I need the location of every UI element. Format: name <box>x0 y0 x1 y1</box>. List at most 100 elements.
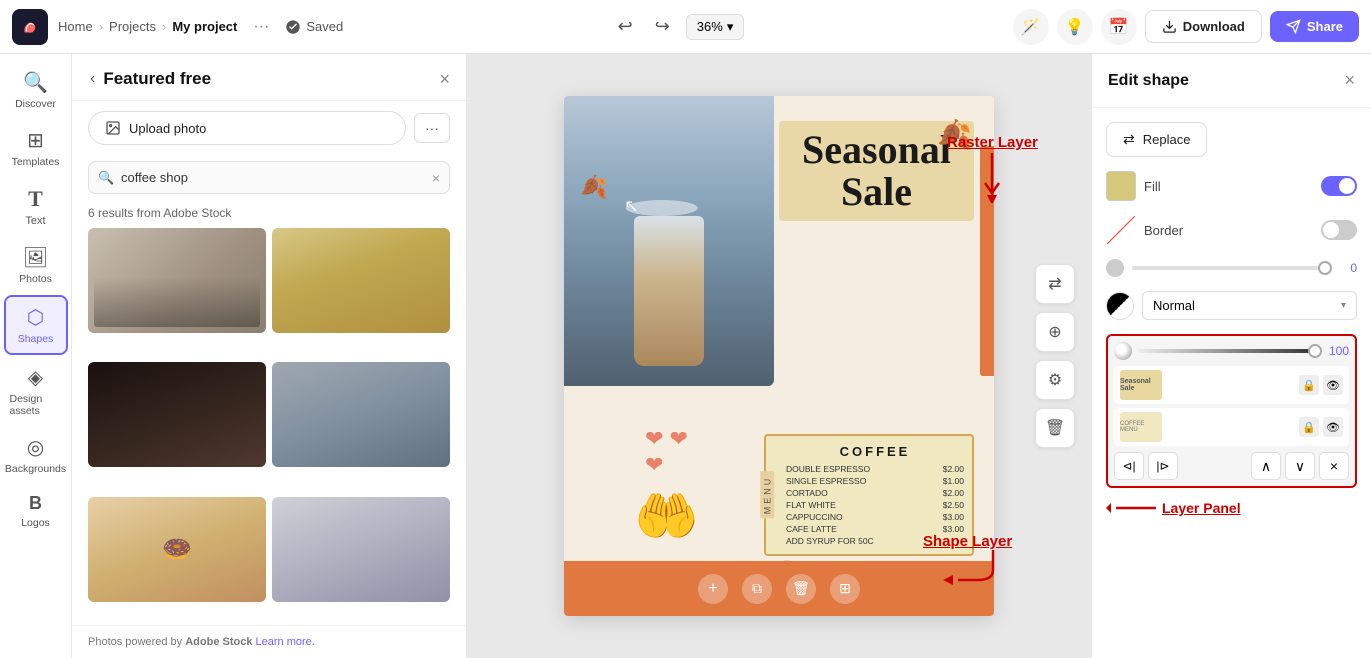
menu-item: FLAT WHITE$2.50 <box>786 500 964 510</box>
border-toggle[interactable] <box>1321 220 1357 240</box>
layer-forward-button[interactable]: ⊲| <box>1114 452 1144 480</box>
raster-layer-arrow <box>977 153 1007 203</box>
layer-actions: 🔒 👁 <box>1299 375 1343 395</box>
media-panel: ‹ Featured free × Upload photo ··· 🔍 × 6… <box>72 54 467 658</box>
list-item[interactable]: 🍩 <box>88 497 266 602</box>
footer-learn-more[interactable]: Learn more. <box>256 636 315 648</box>
layer-panel-preview: 100 Seasonal Sale 🔒 👁 COFFEE MENU 🔒 👁 <box>1106 334 1357 488</box>
fill-property-row: Fill <box>1106 171 1357 201</box>
layer-thumb-seasonal: Seasonal Sale <box>1120 370 1162 400</box>
right-panel-body: ⇄ Replace Fill Border <box>1092 108 1371 658</box>
panel-title: Featured free <box>103 69 211 89</box>
layer-panel-label: Layer Panel <box>1162 500 1241 516</box>
list-item[interactable] <box>272 497 450 602</box>
undo-button[interactable]: ↩ <box>612 10 639 43</box>
panel-back-button[interactable]: ‹ <box>88 68 97 90</box>
app-logo[interactable] <box>12 9 48 45</box>
layer-action-row: ⊲| |⊳ <box>1114 452 1178 480</box>
projects-link[interactable]: Projects <box>109 19 156 34</box>
fill-label: Fill <box>1144 179 1161 194</box>
menu-side-label: MENU <box>760 472 774 519</box>
fill-toggle[interactable] <box>1321 176 1357 196</box>
layer-lock-button[interactable]: 🔒 <box>1299 375 1319 395</box>
footer-brand: Adobe Stock <box>185 636 252 648</box>
layer-item-seasonal[interactable]: Seasonal Sale 🔒 👁 <box>1114 366 1349 404</box>
backgrounds-icon: ◎ <box>27 435 44 460</box>
download-label: Download <box>1183 19 1245 34</box>
group-button[interactable]: ⚙ <box>1035 360 1075 400</box>
sidebar-item-templates[interactable]: ⊞ Templates <box>4 120 68 176</box>
canvas-delete-button[interactable]: 🗑 <box>786 574 816 604</box>
layer-backward-button[interactable]: |⊳ <box>1148 452 1178 480</box>
border-slider-icon <box>1106 259 1124 277</box>
canvas-grid-button[interactable]: ⊞ <box>830 574 860 604</box>
shape-layer-annotation: Shape Layer <box>923 533 1012 590</box>
sidebar-item-shapes[interactable]: ⬡ Shapes <box>4 295 68 355</box>
search-input[interactable] <box>88 161 450 194</box>
sidebar-label-backgrounds: Backgrounds <box>5 463 66 475</box>
border-slider[interactable] <box>1132 266 1325 270</box>
swap-button[interactable]: ⇄ <box>1035 264 1075 304</box>
replace-button[interactable]: ⇄ Replace <box>1106 122 1207 157</box>
layer-close-button[interactable]: × <box>1319 452 1349 480</box>
toolbar-center: ↩ ↪ 36% ▾ <box>353 10 1003 43</box>
opacity-icon <box>1114 342 1132 360</box>
layer-visibility-button-2[interactable]: 👁 <box>1323 417 1343 437</box>
redo-button[interactable]: ↪ <box>649 10 676 43</box>
border-property-row: Border <box>1106 215 1357 245</box>
sidebar-item-logos[interactable]: B Logos <box>4 485 68 537</box>
fill-color-swatch[interactable] <box>1106 171 1136 201</box>
sidebar-item-text[interactable]: T Text <box>4 178 68 235</box>
download-button[interactable]: Download <box>1145 10 1262 43</box>
heart-hand-area: ❤ ❤❤ 🤲 <box>574 421 759 551</box>
list-item[interactable] <box>272 228 450 333</box>
main-area: 🔍 Discover ⊞ Templates T Text 🖼 Photos ⬡… <box>0 54 1371 658</box>
list-item[interactable] <box>88 228 266 333</box>
panel-close-button[interactable]: × <box>439 69 450 90</box>
menu-item: DOUBLE ESPRESSO$2.00 <box>786 464 964 474</box>
border-color-swatch[interactable] <box>1106 215 1136 245</box>
footer-text: Photos powered by <box>88 636 185 648</box>
delete-element-button[interactable]: 🗑 <box>1035 408 1075 448</box>
sidebar-item-backgrounds[interactable]: ◎ Backgrounds <box>4 427 68 483</box>
canvas-area: Raster Layer Type Layer <box>467 54 1091 658</box>
menu-item: SINGLE ESPRESSO$1.00 <box>786 476 964 486</box>
opacity-slider[interactable] <box>1138 349 1315 353</box>
calendar-button[interactable]: 📅 <box>1101 9 1137 45</box>
canvas-copy-button[interactable]: ⧉ <box>742 574 772 604</box>
zoom-control[interactable]: 36% ▾ <box>686 14 745 40</box>
lightbulb-button[interactable]: 💡 <box>1057 9 1093 45</box>
upload-photo-button[interactable]: Upload photo <box>88 111 406 145</box>
hand-holding-heart: 🤲 <box>634 486 699 547</box>
more-options-button[interactable]: ··· <box>247 16 275 38</box>
layer-lock-button-2[interactable]: 🔒 <box>1299 417 1319 437</box>
canvas-add-button[interactable]: + <box>698 574 728 604</box>
search-clear-button[interactable]: × <box>432 170 440 186</box>
layer-up-button[interactable]: ∧ <box>1251 452 1281 480</box>
sidebar-item-photos[interactable]: 🖼 Photos <box>4 237 68 293</box>
magic-wand-button[interactable]: 🪄 <box>1013 9 1049 45</box>
templates-icon: ⊞ <box>27 128 44 153</box>
sidebar-item-discover[interactable]: 🔍 Discover <box>4 62 68 118</box>
sidebar-item-design-assets[interactable]: ◈ Design assets <box>4 357 68 425</box>
layer-visibility-button[interactable]: 👁 <box>1323 375 1343 395</box>
opacity-slider-row: 100 <box>1114 342 1349 360</box>
raster-image-layer[interactable]: ↖ <box>564 96 774 386</box>
right-panel-close-button[interactable]: × <box>1344 70 1355 91</box>
layer-panel-label-row: Layer Panel <box>1106 498 1357 518</box>
add-element-button[interactable]: ⊕ <box>1035 312 1075 352</box>
sidebar-label-logos: Logos <box>21 517 50 529</box>
panel-header: ‹ Featured free × <box>72 54 466 101</box>
blend-mode-select[interactable]: Normal ▾ <box>1142 291 1357 320</box>
home-link[interactable]: Home <box>58 19 93 34</box>
list-item[interactable] <box>88 362 266 467</box>
upload-more-button[interactable]: ··· <box>414 113 450 143</box>
save-status: Saved <box>285 19 343 35</box>
layer-thumb-menu: COFFEE MENU <box>1120 412 1162 442</box>
list-item[interactable] <box>272 362 450 467</box>
layer-item-menu[interactable]: COFFEE MENU 🔒 👁 <box>1114 408 1349 446</box>
menu-title: COFFEE <box>786 444 964 459</box>
layer-down-button[interactable]: ∨ <box>1285 452 1315 480</box>
share-button[interactable]: Share <box>1270 11 1359 42</box>
sidebar: 🔍 Discover ⊞ Templates T Text 🖼 Photos ⬡… <box>0 54 72 658</box>
